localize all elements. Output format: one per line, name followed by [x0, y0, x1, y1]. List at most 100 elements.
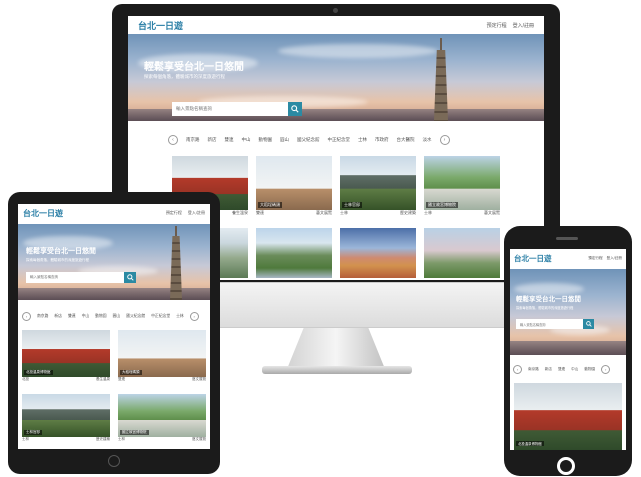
tab-item[interactable]: 中山	[82, 314, 90, 319]
attraction-name: 士林官邸	[24, 430, 42, 435]
phone-speaker	[556, 237, 578, 240]
search-input[interactable]: 輸入景點名稱查詢	[516, 319, 583, 329]
home-button-icon[interactable]	[108, 455, 120, 467]
mrt-label: 士林	[340, 210, 348, 215]
chevron-left-icon[interactable]: ‹	[22, 311, 31, 321]
chevron-right-icon[interactable]: ›	[439, 135, 450, 145]
desktop-mrt-tabs: ‹ 南京路 新店 雙連 中山 動物園 圓山 國父紀念館 中正紀念堂 士林 市政府…	[128, 133, 544, 147]
mrt-label: 士林	[424, 210, 432, 215]
tab-item[interactable]: 動物園	[95, 314, 106, 319]
tab-item[interactable]: 雙連	[558, 367, 565, 372]
magnifier-icon	[126, 274, 134, 281]
search-button[interactable]	[583, 319, 594, 329]
tab-item[interactable]: 台大醫院	[397, 137, 415, 143]
tablet-header: 台北一日遊 預定行程 登入/註冊	[18, 204, 210, 222]
attraction-card[interactable]	[340, 228, 416, 278]
search-button[interactable]	[124, 272, 136, 283]
desktop-header: 台北一日遊 預定行程 登入/註冊	[128, 16, 544, 34]
search-input[interactable]: 輸入景點名稱查詢	[172, 102, 288, 116]
attraction-card[interactable]	[424, 228, 500, 278]
chevron-left-icon[interactable]: ‹	[513, 364, 522, 374]
tab-item[interactable]: 士林	[176, 314, 184, 319]
desktop-attraction-grid: 北投溫泉博物館 北投養生溫泉 大稻埕碼頭 雙連藝文展覽 士林官邸 士林歷史建築 …	[172, 156, 500, 278]
tab-item[interactable]: 新店	[545, 367, 552, 372]
tablet-hero: 輕鬆享受台北一日悠閒 探索每個角落，體驗城市的深度旅遊行程 輸入景點名稱查詢	[18, 224, 210, 300]
search-bar: 輸入景點名稱查詢	[172, 102, 302, 116]
attraction-name: 北投溫泉博物館	[516, 441, 544, 446]
tab-item[interactable]: 市政府	[375, 137, 389, 143]
tablet-attraction-grid: 北投溫泉博物館 北投 養生溫泉 大稻埕碼頭 雙連 藝文展覽 士林官邸 士林 歷史建築 …	[22, 330, 206, 446]
category-label: 藝文展覽	[192, 377, 206, 381]
tab-item[interactable]: 南京路	[528, 367, 539, 372]
attraction-card[interactable]: 士林官邸 士林 歷史建築	[340, 156, 416, 218]
taipei-101-tower	[166, 226, 186, 300]
taipei-101-tower	[428, 38, 454, 121]
hero-subtitle: 探索每個角落，體驗城市的深度旅遊行程	[144, 74, 225, 79]
site-logo[interactable]: 台北一日遊	[514, 253, 552, 264]
magnifier-icon	[585, 321, 592, 327]
tab-item[interactable]: 士林	[358, 137, 367, 143]
site-logo[interactable]: 台北一日遊	[138, 19, 183, 32]
mrt-label: 北投	[22, 377, 29, 381]
phone-screen: 台北一日遊 預定行程 登入/註冊 輕鬆享受台北一日悠閒 探索每個角落，體驗城市的…	[510, 249, 626, 450]
monitor-stand	[287, 328, 385, 368]
hero-title: 輕鬆享受台北一日悠閒	[26, 248, 96, 255]
home-button-icon[interactable]	[557, 457, 575, 475]
nav-booking[interactable]: 預定行程	[166, 210, 182, 216]
search-bar: 輸入景點名稱查詢	[516, 319, 594, 329]
attraction-card[interactable]: 北投溫泉博物館	[514, 383, 622, 450]
tab-item[interactable]: 圓山	[280, 137, 289, 143]
chevron-left-icon[interactable]: ‹	[168, 135, 178, 145]
attraction-card[interactable]: 北投溫泉博物館 北投 養生溫泉	[22, 330, 110, 386]
site-logo[interactable]: 台北一日遊	[23, 208, 63, 219]
tab-item[interactable]: 中正紀念堂	[328, 137, 351, 143]
tab-item[interactable]: 動物園	[584, 367, 595, 372]
nav-booking[interactable]: 預定行程	[487, 22, 507, 29]
nav-login[interactable]: 登入/註冊	[188, 210, 205, 216]
tab-item[interactable]: 動物園	[259, 137, 273, 143]
tab-item[interactable]: 雙連	[225, 137, 234, 143]
category-label: 藝文展覽	[316, 210, 332, 215]
attraction-card[interactable]: 國立故宮博物院 士林 藝文展覽	[424, 156, 500, 218]
search-input[interactable]: 輸入景點名稱查詢	[26, 272, 124, 283]
attraction-card[interactable]: 大稻埕碼頭 雙連 藝文展覽	[118, 330, 206, 386]
tab-item[interactable]: 雙連	[68, 314, 76, 319]
tab-item[interactable]: 中正紀念堂	[151, 314, 170, 319]
attraction-card[interactable]: 大稻埕碼頭 雙連 藝文展覽	[256, 156, 332, 218]
category-label: 歷史建築	[400, 210, 416, 215]
tab-item[interactable]: 圓山	[113, 314, 121, 319]
webcam	[333, 8, 338, 13]
search-button[interactable]	[288, 102, 302, 116]
category-label: 養生溫泉	[232, 210, 248, 215]
attraction-card[interactable]: 士林官邸 士林 歷史建築	[22, 394, 110, 446]
tab-item[interactable]: 國父紀念館	[126, 314, 145, 319]
hero-subtitle: 探索每個角落，體驗城市的深度旅遊行程	[516, 306, 574, 310]
tab-item[interactable]: 南京路	[37, 314, 48, 319]
attraction-name: 大稻埕碼頭	[258, 202, 282, 208]
tab-item[interactable]: 南京路	[186, 137, 200, 143]
attraction-card[interactable]: 國立故宮博物院 士林 藝文展覽	[118, 394, 206, 446]
category-label: 歷史建築	[96, 437, 110, 441]
attraction-card[interactable]	[256, 228, 332, 278]
desktop-hero: 輕鬆享受台北一日悠閒 探索每個角落，體驗城市的深度旅遊行程 輸入景點名稱查詢	[128, 34, 544, 121]
mrt-label: 士林	[118, 437, 125, 441]
tab-item[interactable]: 中山	[571, 367, 578, 372]
nav-booking[interactable]: 預定行程	[588, 256, 602, 261]
tab-item[interactable]: 中山	[242, 137, 251, 143]
monitor-base	[262, 366, 412, 374]
tab-item[interactable]: 新店	[208, 137, 217, 143]
hero-title: 輕鬆享受台北一日悠閒	[144, 62, 244, 73]
phone-header: 台北一日遊 預定行程 登入/註冊	[510, 249, 626, 267]
nav-login[interactable]: 登入/註冊	[607, 256, 622, 261]
tab-item[interactable]: 新店	[54, 314, 62, 319]
nav-login[interactable]: 登入/註冊	[513, 22, 534, 29]
attraction-name: 北投溫泉博物館	[24, 370, 53, 375]
attraction-name: 國立故宮博物院	[120, 430, 149, 435]
chevron-right-icon[interactable]: ›	[189, 311, 199, 321]
mrt-label: 雙連	[118, 377, 125, 381]
category-label: 養生溫泉	[96, 377, 110, 381]
tab-item[interactable]: 淡水	[423, 137, 432, 143]
chevron-right-icon[interactable]: ›	[601, 364, 611, 374]
tab-item[interactable]: 國父紀念館	[297, 137, 320, 143]
phone-hero: 輕鬆享受台北一日悠閒 探索每個角落，體驗城市的深度旅遊行程 輸入景點名稱查詢	[510, 269, 626, 355]
